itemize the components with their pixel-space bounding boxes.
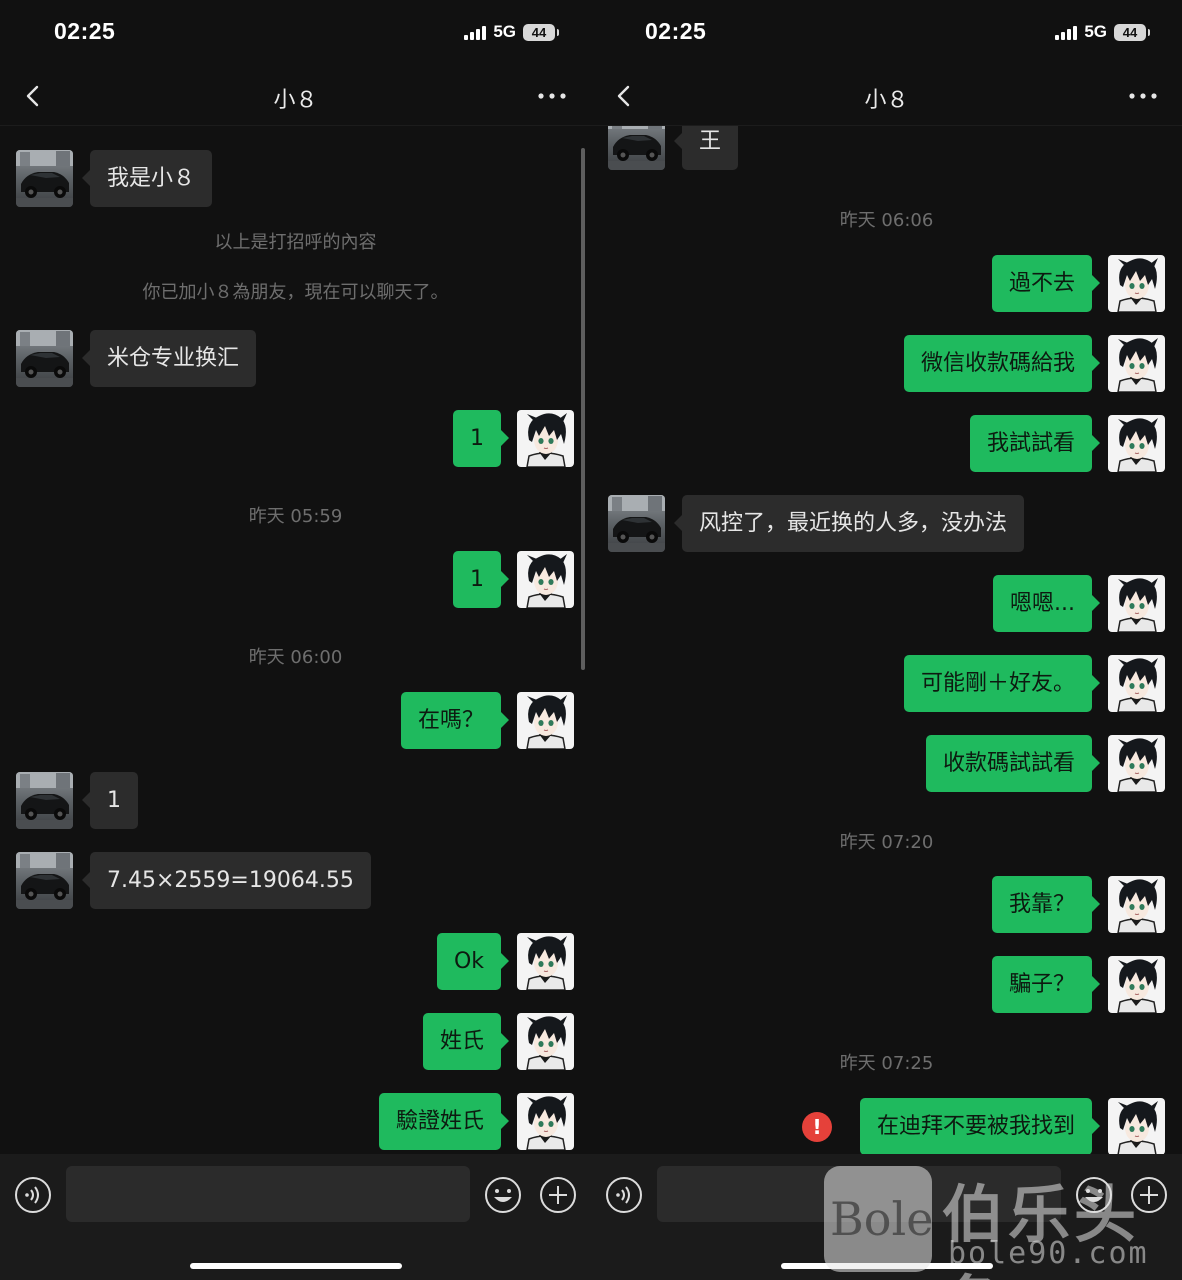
- my-avatar[interactable]: [1108, 335, 1165, 392]
- my-avatar[interactable]: [1108, 735, 1165, 792]
- outgoing-message[interactable]: 嗯嗯...: [993, 575, 1100, 632]
- more-options-icon[interactable]: [537, 84, 567, 108]
- system-note: 你已加小８為朋友，現在可以聊天了。: [142, 282, 449, 303]
- my-avatar[interactable]: [1108, 1098, 1165, 1154]
- status-bar: 02:25 5G 44: [0, 0, 591, 66]
- chat-header: 小８: [591, 66, 1182, 126]
- incoming-message[interactable]: 米仓专业换汇: [81, 330, 257, 387]
- timestamp: 昨天 07:25: [839, 1053, 934, 1074]
- chat-title: 小８: [273, 88, 318, 113]
- voice-input-icon[interactable]: [14, 1176, 52, 1214]
- emoji-icon[interactable]: [1075, 1176, 1113, 1214]
- incoming-message[interactable]: 我是小８: [81, 150, 213, 207]
- incoming-message[interactable]: 王: [673, 126, 739, 170]
- left-chat-screen: 02:25 5G 44 小８ 我是小８ 以上是打招呼的內容 你已加小８為朋友，現…: [0, 0, 591, 1280]
- scrollbar[interactable]: [581, 148, 585, 670]
- outgoing-message[interactable]: 微信收款碼給我: [903, 335, 1101, 392]
- incoming-message[interactable]: 风控了，最近换的人多，没办法: [673, 495, 1025, 552]
- voice-input-icon[interactable]: [605, 1176, 643, 1214]
- my-avatar[interactable]: [517, 933, 574, 990]
- status-time: 02:25: [54, 18, 116, 44]
- network-type: 5G: [1084, 22, 1107, 41]
- outgoing-message[interactable]: 驗證姓氏: [378, 1093, 510, 1150]
- timestamp: 昨天 07:20: [839, 832, 934, 853]
- status-indicators: 5G 44: [1055, 22, 1150, 42]
- status-bar: 02:25 5G 44: [591, 0, 1182, 66]
- my-avatar[interactable]: [1108, 575, 1165, 632]
- contact-avatar[interactable]: [608, 126, 665, 170]
- contact-avatar[interactable]: [16, 150, 73, 207]
- my-avatar[interactable]: [517, 1013, 574, 1070]
- input-bar: [0, 1154, 591, 1280]
- my-avatar[interactable]: [1108, 255, 1165, 312]
- more-functions-icon[interactable]: [1130, 1176, 1168, 1214]
- status-time: 02:25: [645, 18, 707, 44]
- system-note: 以上是打招呼的內容: [214, 232, 377, 253]
- outgoing-message[interactable]: 可能剛＋好友。: [903, 655, 1101, 712]
- outgoing-message[interactable]: 我靠？: [991, 876, 1101, 933]
- my-avatar[interactable]: [517, 692, 574, 749]
- my-avatar[interactable]: [517, 551, 574, 608]
- incoming-message[interactable]: 1: [82, 772, 138, 829]
- signal-icon: [1055, 24, 1078, 40]
- message-list[interactable]: 我是小８ 以上是打招呼的內容 你已加小８為朋友，現在可以聊天了。 米仓专业换汇 …: [0, 126, 591, 1154]
- emoji-icon[interactable]: [484, 1176, 522, 1214]
- outgoing-message[interactable]: 收款碼試試看: [925, 735, 1101, 792]
- my-avatar[interactable]: [517, 410, 574, 467]
- timestamp: 昨天 05:59: [248, 506, 343, 527]
- outgoing-message[interactable]: Ok: [436, 933, 510, 990]
- more-options-icon[interactable]: [1128, 84, 1158, 108]
- message-input[interactable]: [66, 1166, 470, 1222]
- timestamp: 昨天 06:00: [248, 647, 343, 668]
- my-avatar[interactable]: [517, 1093, 574, 1150]
- send-failed-icon[interactable]: !: [802, 1112, 832, 1142]
- contact-avatar[interactable]: [16, 852, 73, 909]
- message-list[interactable]: 王 昨天 06:06 過不去 微信收款碼給我 我試試看 风控了，最近换的人多，没…: [591, 126, 1182, 1154]
- signal-icon: [464, 24, 487, 40]
- contact-avatar[interactable]: [608, 495, 665, 552]
- my-avatar[interactable]: [1108, 655, 1165, 712]
- outgoing-message[interactable]: 1: [453, 410, 509, 467]
- more-functions-icon[interactable]: [539, 1176, 577, 1214]
- chat-header: 小８: [0, 66, 591, 126]
- home-indicator[interactable]: [190, 1263, 402, 1269]
- outgoing-message[interactable]: 1: [453, 551, 509, 608]
- status-indicators: 5G 44: [464, 22, 559, 42]
- my-avatar[interactable]: [1108, 956, 1165, 1013]
- message-input[interactable]: [657, 1166, 1061, 1222]
- contact-avatar[interactable]: [16, 330, 73, 387]
- outgoing-message[interactable]: 騙子？: [991, 956, 1101, 1013]
- input-bar: [591, 1154, 1182, 1280]
- outgoing-message[interactable]: 我試試看: [969, 415, 1101, 472]
- outgoing-message[interactable]: 在嗎？: [400, 692, 510, 749]
- chat-title: 小８: [864, 88, 909, 113]
- my-avatar[interactable]: [1108, 415, 1165, 472]
- network-type: 5G: [493, 22, 516, 41]
- outgoing-message[interactable]: 姓氏: [422, 1013, 510, 1070]
- battery-icon: 44: [523, 23, 559, 41]
- outgoing-message[interactable]: 過不去: [991, 255, 1101, 312]
- my-avatar[interactable]: [1108, 876, 1165, 933]
- contact-avatar[interactable]: [16, 772, 73, 829]
- timestamp: 昨天 06:06: [839, 210, 934, 231]
- home-indicator[interactable]: [781, 1263, 993, 1269]
- outgoing-message-failed[interactable]: 在迪拜不要被我找到: [859, 1098, 1101, 1154]
- incoming-message[interactable]: 7.45×2559=19064.55: [82, 852, 371, 909]
- battery-icon: 44: [1114, 23, 1150, 41]
- right-chat-screen: 02:25 5G 44 小８ 王 昨天 06:06 過不去 微信收款碼給我 我試…: [591, 0, 1182, 1280]
